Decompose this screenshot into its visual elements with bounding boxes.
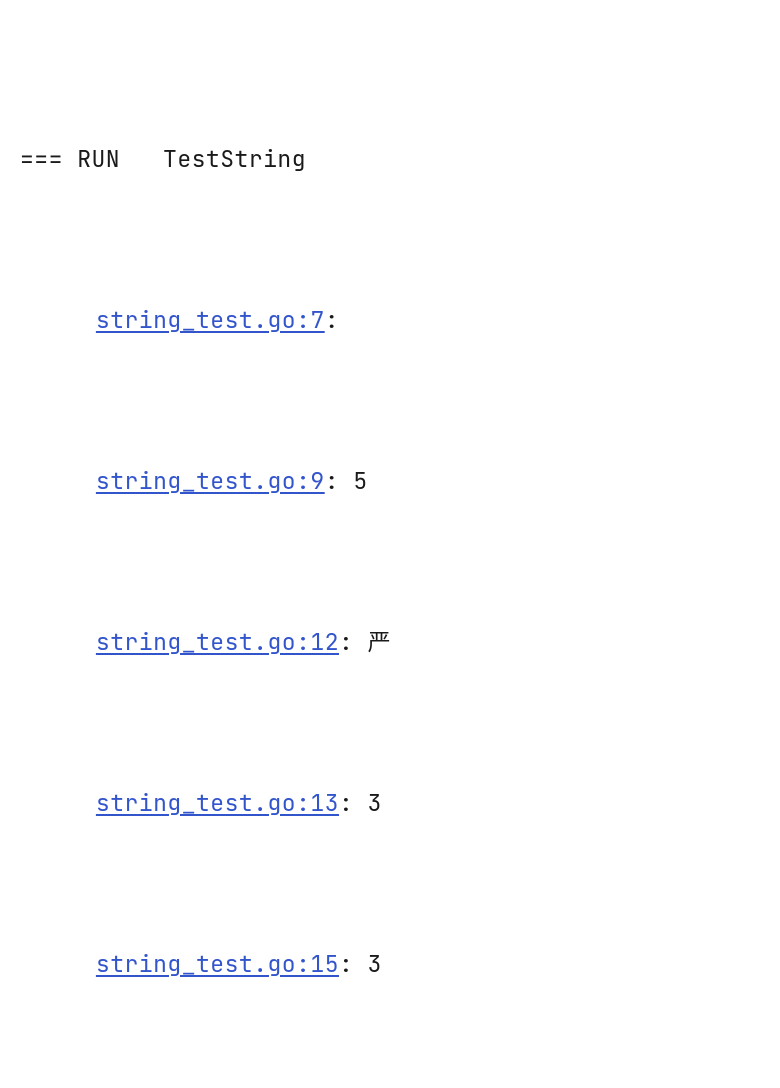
file-link[interactable]: string_test.go:7 — [96, 305, 325, 335]
run-marker: === RUN — [20, 144, 163, 174]
test-output-console: === RUN TestString string_test.go:7: str… — [20, 18, 760, 1088]
source-suffix: : — [325, 305, 339, 335]
test-name: TestString — [163, 144, 306, 174]
file-link[interactable]: string_test.go:15 — [96, 949, 339, 979]
source-line: string_test.go:7: — [20, 300, 760, 340]
source-suffix: : — [325, 466, 354, 496]
source-line: string_test.go:9: 5 — [20, 461, 760, 501]
file-link[interactable]: string_test.go:9 — [96, 466, 325, 496]
run-header-line: === RUN TestString — [20, 139, 760, 179]
source-value: 3 — [368, 949, 382, 979]
source-line: string_test.go:12: 严 — [20, 622, 760, 662]
source-suffix: : — [339, 788, 368, 818]
source-value: 5 — [353, 466, 367, 496]
source-suffix: : — [339, 949, 368, 979]
source-value: 严 — [368, 627, 392, 657]
file-link[interactable]: string_test.go:12 — [96, 627, 339, 657]
source-line: string_test.go:13: 3 — [20, 783, 760, 823]
source-value: 3 — [368, 788, 382, 818]
file-link[interactable]: string_test.go:13 — [96, 788, 339, 818]
source-suffix: : — [339, 627, 368, 657]
source-line: string_test.go:15: 3 — [20, 944, 760, 984]
